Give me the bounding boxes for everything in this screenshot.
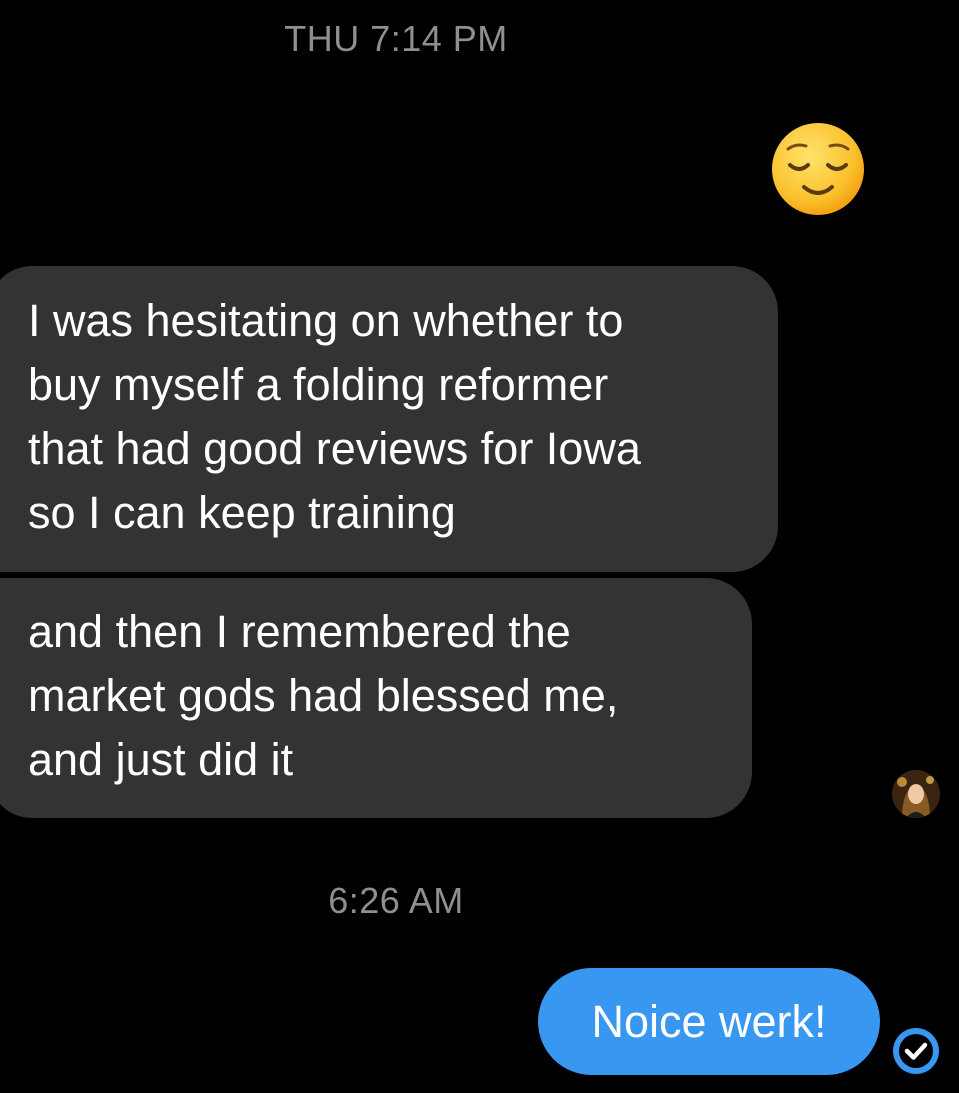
timestamp: THU 7:14 PM <box>284 18 508 59</box>
checkmark-circle-icon <box>893 1028 939 1074</box>
contact-avatar[interactable] <box>892 770 940 818</box>
incoming-message-bubble[interactable]: and then I remembered the market gods ha… <box>0 578 752 818</box>
outgoing-message-bubble[interactable]: Noice werk! <box>538 968 880 1075</box>
avatar-image <box>892 770 940 818</box>
incoming-message-bubble[interactable]: I was hesitating on whether to buy mysel… <box>0 266 778 572</box>
relieved-face-emoji[interactable] <box>770 121 866 217</box>
timestamp: 6:26 AM <box>328 880 464 921</box>
